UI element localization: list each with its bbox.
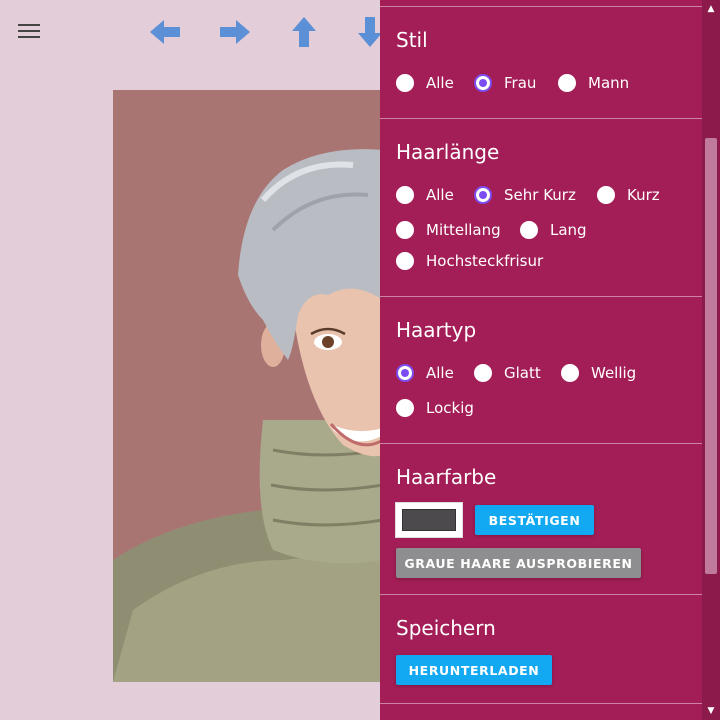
- radio-haarlaenge-lang[interactable]: Lang: [520, 219, 587, 241]
- radio-label: Alle: [426, 186, 454, 204]
- speichern-title: Speichern: [396, 616, 496, 640]
- radio-label: Lang: [550, 221, 587, 239]
- radio-haarlaenge-kurz[interactable]: Kurz: [597, 184, 660, 206]
- radio-label: Hochsteckfrisur: [426, 252, 544, 270]
- radio-label: Lockig: [426, 399, 474, 417]
- radio-haartyp-wellig[interactable]: Wellig: [561, 362, 636, 384]
- divider: [380, 703, 702, 704]
- confirm-button[interactable]: BESTÄTIGEN: [475, 505, 594, 535]
- radio-dot: [396, 364, 414, 382]
- divider: [380, 6, 702, 7]
- radio-dot: [474, 364, 492, 382]
- arrow-right-icon[interactable]: [217, 14, 253, 50]
- divider: [380, 118, 702, 119]
- radio-dot: [396, 186, 414, 204]
- radio-dot: [474, 74, 492, 92]
- arrow-up-icon[interactable]: [286, 14, 322, 50]
- radio-dot: [474, 186, 492, 204]
- scrollbar-thumb[interactable]: [705, 138, 717, 574]
- radio-label: Alle: [426, 74, 454, 92]
- scroll-down-icon[interactable]: ▼: [706, 706, 716, 716]
- radio-stil-frau[interactable]: Frau: [474, 72, 536, 94]
- hamburger-menu-icon[interactable]: [18, 24, 40, 40]
- radio-label: Mittellang: [426, 221, 501, 239]
- haarlaenge-title: Haarlänge: [396, 140, 500, 164]
- radio-label: Sehr Kurz: [504, 186, 576, 204]
- hair-color-picker[interactable]: [395, 502, 463, 538]
- radio-stil-alle[interactable]: Alle: [396, 72, 454, 94]
- radio-label: Glatt: [504, 364, 541, 382]
- radio-haartyp-lockig[interactable]: Lockig: [396, 397, 474, 419]
- radio-label: Kurz: [627, 186, 660, 204]
- arrow-left-icon[interactable]: [147, 14, 183, 50]
- haartyp-title: Haartyp: [396, 318, 477, 342]
- radio-haartyp-glatt[interactable]: Glatt: [474, 362, 541, 384]
- color-swatch-fill: [402, 509, 456, 531]
- radio-label: Wellig: [591, 364, 637, 382]
- stil-title: Stil: [396, 28, 428, 52]
- divider: [380, 594, 702, 595]
- try-grey-hair-button[interactable]: GRAUE HAARE AUSPROBIEREN: [396, 548, 641, 578]
- haarfarbe-title: Haarfarbe: [396, 465, 497, 489]
- hairstyle-preview-photo: [113, 90, 383, 682]
- filter-panel: Stil Alle Frau Mann Haarlänge Alle Sehr …: [380, 0, 702, 720]
- panel-scrollbar[interactable]: ▲ ▼: [702, 0, 720, 720]
- radio-dot: [396, 399, 414, 417]
- radio-dot: [396, 74, 414, 92]
- divider: [380, 296, 702, 297]
- radio-stil-mann[interactable]: Mann: [558, 72, 629, 94]
- download-button[interactable]: HERUNTERLADEN: [396, 655, 552, 685]
- divider: [380, 443, 702, 444]
- radio-dot: [597, 186, 615, 204]
- radio-haartyp-alle[interactable]: Alle: [396, 362, 454, 384]
- radio-dot: [396, 221, 414, 239]
- radio-haarlaenge-sehr-kurz[interactable]: Sehr Kurz: [474, 184, 576, 206]
- radio-dot: [396, 252, 414, 270]
- radio-label: Frau: [504, 74, 537, 92]
- radio-label: Alle: [426, 364, 454, 382]
- scroll-up-icon[interactable]: ▲: [706, 4, 716, 14]
- radio-haarlaenge-mittellang[interactable]: Mittellang: [396, 219, 501, 241]
- radio-haarlaenge-alle[interactable]: Alle: [396, 184, 454, 206]
- radio-haarlaenge-hochsteckfrisur[interactable]: Hochsteckfrisur: [396, 250, 543, 272]
- radio-dot: [558, 74, 576, 92]
- radio-dot: [520, 221, 538, 239]
- radio-dot: [561, 364, 579, 382]
- radio-label: Mann: [588, 74, 630, 92]
